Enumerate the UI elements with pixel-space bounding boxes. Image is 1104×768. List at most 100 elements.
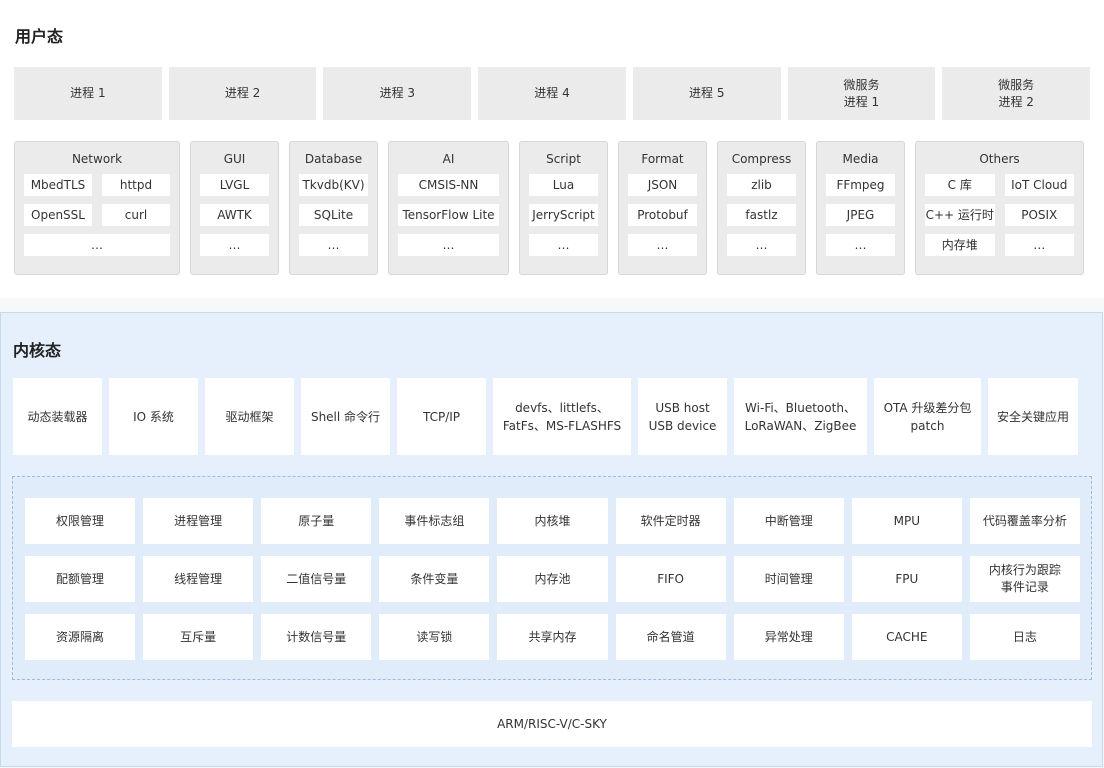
- kernel-core-item: 事件标志组: [379, 498, 490, 544]
- library-group-compress: Compress zlib fastlz…: [717, 141, 806, 275]
- kernel-core-item: 内核堆: [497, 498, 608, 544]
- kernel-core-item: 计数信号量: [261, 614, 372, 660]
- kernel-core-item: 中断管理: [733, 498, 844, 544]
- kernel-core-item: 权限管理: [25, 498, 136, 544]
- kernel-module: 驱动框架: [205, 378, 294, 455]
- kernel-module: TCP/IP: [397, 378, 486, 455]
- library-item: Protobuf: [628, 204, 697, 226]
- library-group-title: Media: [842, 152, 879, 166]
- library-group-media: Media FFmpeg JPEG …: [816, 141, 905, 275]
- library-item-grid: C 库 IoT Cloud C++ 运行时 POSIX 内存堆 …: [925, 174, 1074, 256]
- library-item: OpenSSL: [24, 204, 92, 226]
- library-group-others: Others C 库 IoT Cloud C++ 运行时 POSIX 内存堆 …: [915, 141, 1084, 275]
- kernel-module: devfs、littlefs、 FatFs、MS-FLASHFS: [493, 378, 631, 455]
- library-item-grid: FFmpeg JPEG …: [826, 174, 895, 256]
- library-item: POSIX: [1004, 204, 1074, 226]
- library-item-grid: Lua JerryScript …: [529, 174, 598, 256]
- library-item: JSON: [628, 174, 697, 196]
- library-item: SQLite: [299, 204, 368, 226]
- process-box: 进程 1: [14, 67, 162, 120]
- library-item-grid: JSON Protobuf …: [628, 174, 697, 256]
- library-group-title: Network: [71, 152, 123, 166]
- library-item: …: [727, 234, 796, 256]
- kernel-core-item: 共享内存: [497, 614, 608, 660]
- process-box: 进程 5: [632, 67, 781, 120]
- kernel-module: 安全关键应用: [988, 378, 1078, 455]
- kernel-module: OTA 升级差分包 patch: [874, 378, 981, 455]
- library-item: …: [826, 234, 895, 256]
- library-item: …: [299, 234, 368, 256]
- library-group-database: Database Tkvdb(KV) SQLite …: [289, 141, 378, 275]
- user-space-title: 用户态: [15, 27, 64, 46]
- library-group-title: AI: [442, 152, 455, 166]
- kernel-core-item: 软件定时器: [615, 498, 726, 544]
- library-item: httpd: [102, 174, 170, 196]
- kernel-module: USB host USB device: [638, 378, 727, 455]
- library-group-network: Network MbedTLS httpd OpenSSL curl…: [14, 141, 180, 275]
- kernel-core-item: 命名管道: [615, 614, 726, 660]
- kernel-module-row: 动态装载器 IO 系统 驱动框架 Shell 命令行 TCP/IP devfs、littl…: [13, 378, 1087, 455]
- library-item: FFmpeg: [826, 174, 895, 196]
- library-item: AWTK: [200, 204, 269, 226]
- library-item-grid: CMSIS-NN TensorFlow Lite…: [398, 174, 499, 256]
- library-row: Network MbedTLS httpd OpenSSL curl … GUI LVGL AW…: [14, 141, 1090, 275]
- kernel-core-item: 二值信号量: [261, 556, 372, 602]
- library-group-script: Script Lua JerryScript …: [519, 141, 608, 275]
- kernel-core-item: 条件变量: [379, 556, 490, 602]
- process-box: 进程 4: [478, 67, 626, 120]
- process-box: 微服务 进程 2: [942, 67, 1091, 120]
- library-item-grid: MbedTLS httpd OpenSSL curl…: [24, 174, 170, 256]
- kernel-core-item: 资源隔离: [25, 614, 136, 660]
- kernel-space-title: 内核态: [13, 341, 62, 360]
- library-group-ai: AI CMSIS-NN TensorFlow Lite…: [388, 141, 509, 275]
- library-item: …: [200, 234, 269, 256]
- kernel-core-item: 线程管理: [143, 556, 254, 602]
- library-item: CMSIS-NN: [398, 174, 499, 196]
- library-item: LVGL: [200, 174, 269, 196]
- library-item: IoT Cloud: [1004, 174, 1074, 196]
- library-item-grid: Tkvdb(KV) SQLite …: [299, 174, 368, 256]
- library-group-title: Script: [546, 152, 581, 166]
- library-group-title: GUI: [223, 152, 246, 166]
- library-group-title: Others: [979, 152, 1020, 166]
- kernel-core-item: 互斥量: [143, 614, 254, 660]
- library-item: JPEG: [826, 204, 895, 226]
- kernel-core-grid: 权限管理 进程管理 原子量 事件标志组 内核堆 软件定时器 中断管理 MPU 代码覆盖率分析 配额…: [25, 498, 1080, 660]
- kernel-module: IO 系统: [109, 378, 198, 455]
- library-item: …: [24, 234, 170, 256]
- library-item: C++ 运行时: [925, 204, 995, 226]
- process-box: 进程 2: [168, 67, 317, 120]
- kernel-core-item: CACHE: [851, 614, 962, 660]
- library-item: …: [628, 234, 697, 256]
- kernel-module: Shell 命令行: [301, 378, 390, 455]
- process-box: 进程 3: [323, 67, 472, 120]
- library-item: …: [398, 234, 499, 256]
- process-box: 微服务 进程 1: [787, 67, 936, 120]
- library-item: Lua: [529, 174, 598, 196]
- kernel-core-item: 日志: [969, 614, 1080, 660]
- library-item: JerryScript: [529, 204, 598, 226]
- library-item-grid: zlib fastlz…: [727, 174, 796, 256]
- process-row: 进程 1 进程 2 进程 3 进程 4 进程 5 微服务 进程 1 微服务 进程 2: [14, 67, 1091, 120]
- library-group-title: Compress: [731, 152, 792, 166]
- library-group-format: Format JSON Protobuf …: [618, 141, 707, 275]
- library-group-title: Database: [304, 152, 363, 166]
- library-item: C 库: [925, 174, 995, 196]
- library-item: 内存堆: [925, 234, 995, 256]
- library-item: …: [529, 234, 598, 256]
- kernel-core-item: FPU: [851, 556, 962, 602]
- library-item: Tkvdb(KV): [299, 174, 368, 196]
- kernel-core-item: 配额管理: [25, 556, 136, 602]
- kernel-core-item: 读写锁: [379, 614, 490, 660]
- library-group-title: Format: [641, 152, 684, 166]
- library-item: zlib: [727, 174, 796, 196]
- architecture-bar: ARM/RISC-V/C-SKY: [12, 701, 1092, 747]
- library-item: curl: [102, 204, 170, 226]
- kernel-core-item: 原子量: [261, 498, 372, 544]
- kernel-core-item: 内存池: [497, 556, 608, 602]
- library-item: …: [1004, 234, 1074, 256]
- kernel-core-item: 进程管理: [143, 498, 254, 544]
- library-group-gui: GUI LVGL AWTK …: [190, 141, 279, 275]
- kernel-core-item: FIFO: [615, 556, 726, 602]
- kernel-core-item: 代码覆盖率分析: [969, 498, 1080, 544]
